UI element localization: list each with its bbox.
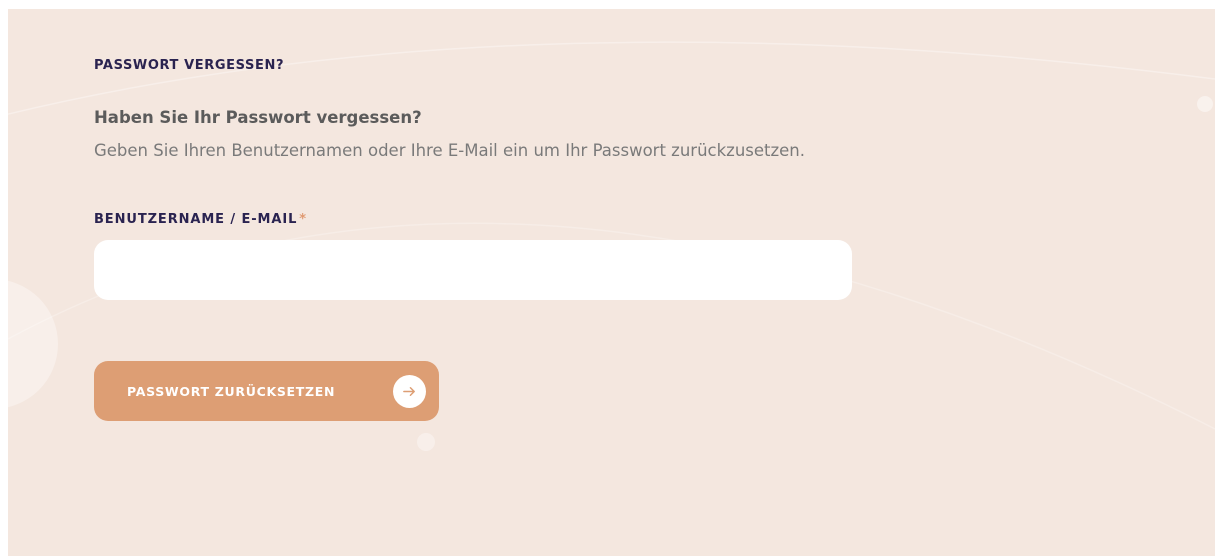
forgot-password-question: Haben Sie Ihr Passwort vergessen?	[94, 108, 422, 127]
section-title: PASSWORT VERGESSEN?	[94, 58, 285, 73]
reset-password-button[interactable]: PASSWORT ZURÜCKSETZEN	[94, 361, 439, 421]
username-email-input[interactable]	[94, 240, 852, 300]
arrow-right-icon	[393, 375, 426, 408]
username-email-label-text: BENUTZERNAME / E-MAIL	[94, 212, 298, 227]
instructions-text: Geben Sie Ihren Benutzernamen oder Ihre …	[94, 141, 806, 160]
reset-password-button-label: PASSWORT ZURÜCKSETZEN	[127, 383, 336, 399]
password-reset-panel: PASSWORT VERGESSEN? Haben Sie Ihr Passwo…	[8, 9, 1215, 556]
username-email-label: BENUTZERNAME / E-MAIL *	[94, 212, 307, 227]
required-marker: *	[299, 212, 307, 227]
